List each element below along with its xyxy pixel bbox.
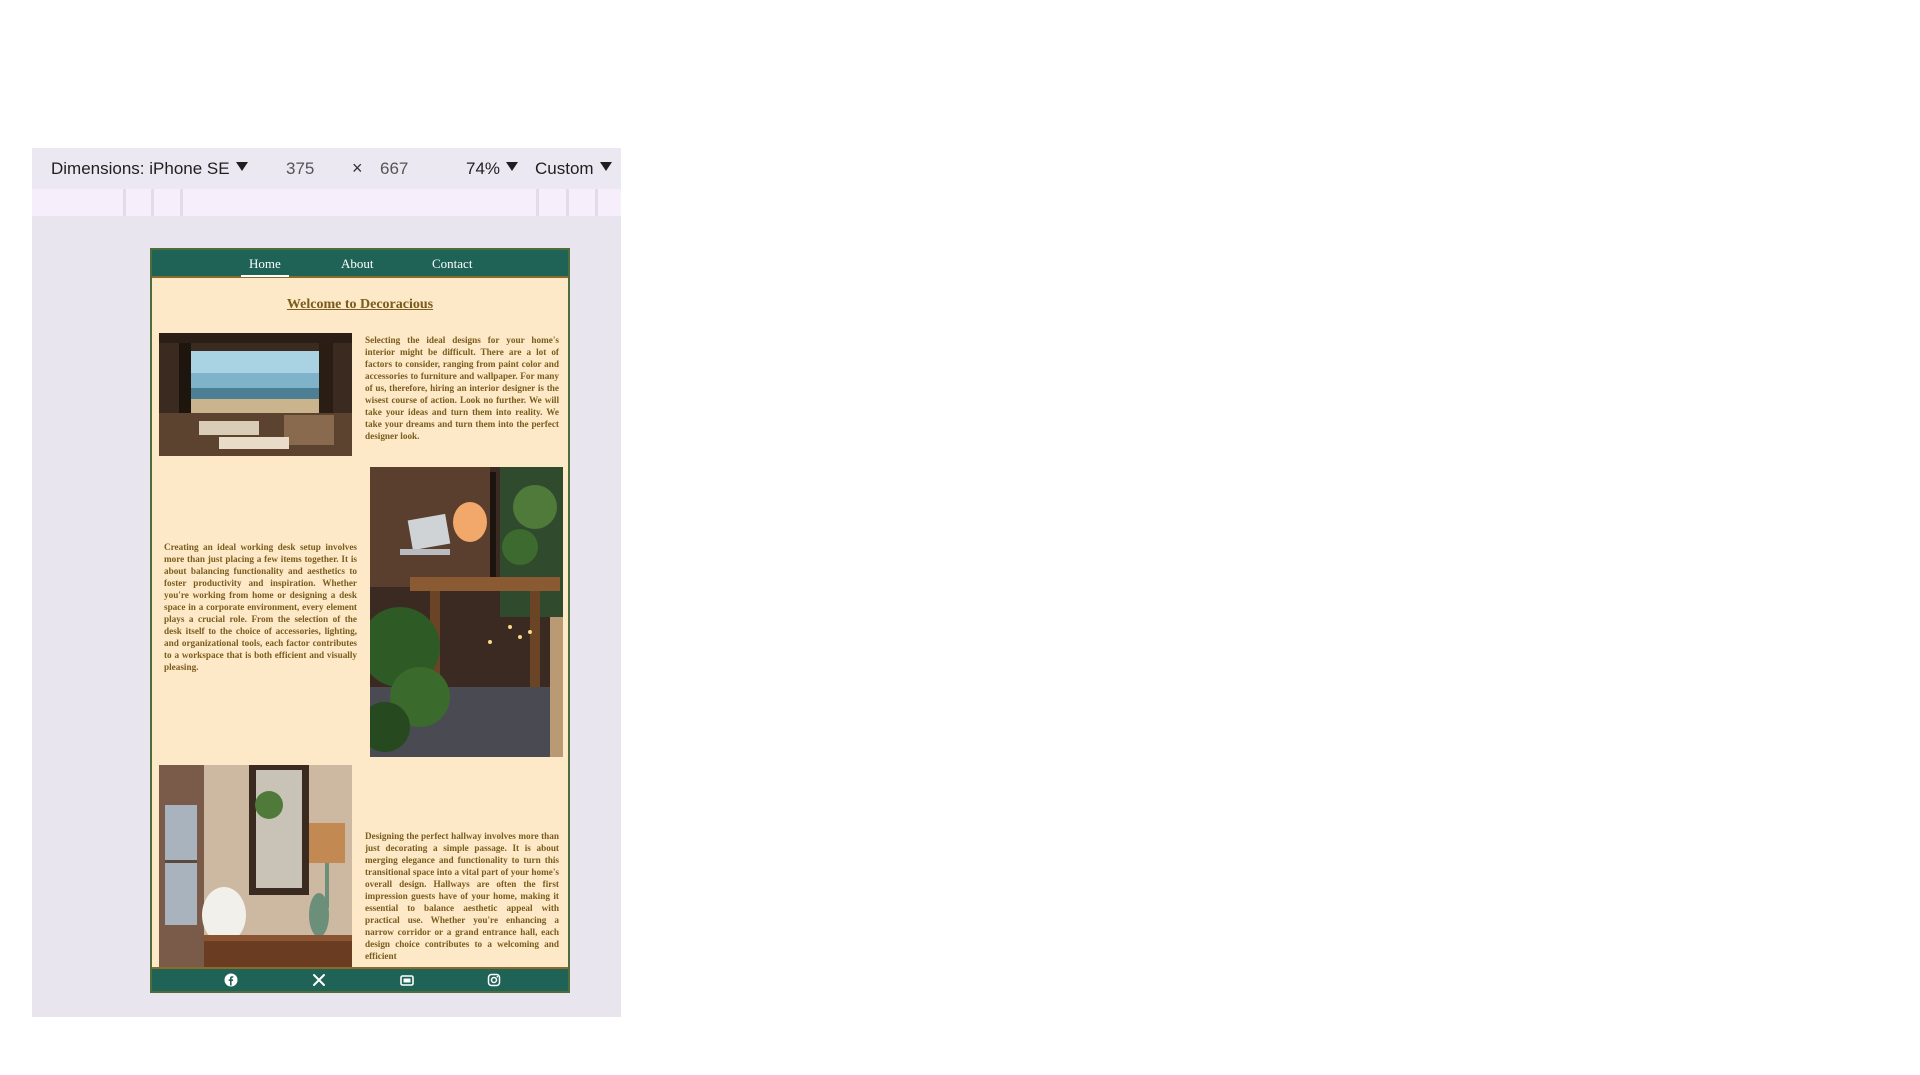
- ruler-segment[interactable]: [595, 189, 598, 216]
- emulated-page: Home About Contact Welcome to Decoraciou…: [150, 248, 570, 993]
- youtube-icon[interactable]: [400, 973, 414, 987]
- ruler-segment[interactable]: [180, 189, 183, 216]
- ruler-segment[interactable]: [123, 189, 126, 216]
- throttle-dropdown[interactable]: Custom: [535, 148, 612, 189]
- nav-about-link[interactable]: About: [341, 256, 374, 272]
- media-query-ruler[interactable]: [32, 189, 621, 216]
- hallway-paragraph: Designing the perfect hallway involves m…: [365, 831, 559, 961]
- width-input[interactable]: 375: [286, 148, 314, 189]
- desk-paragraph: Creating an ideal working desk setup inv…: [164, 542, 357, 672]
- nav-home-link[interactable]: Home: [241, 256, 289, 277]
- ruler-segment[interactable]: [536, 189, 539, 216]
- living-room-photo: [159, 333, 352, 456]
- dropdown-caret-icon: [506, 162, 519, 171]
- hallway-image: [159, 765, 352, 975]
- dropdown-caret-icon: [599, 162, 612, 171]
- page-title: Welcome to Decoracious: [286, 297, 434, 312]
- site-navbar: Home About Contact: [152, 250, 568, 278]
- throttle-label: Custom: [535, 158, 594, 178]
- height-input[interactable]: 667: [380, 148, 408, 189]
- dropdown-caret-icon: [235, 162, 248, 171]
- desk-image: [370, 467, 563, 757]
- nav-contact-link[interactable]: Contact: [432, 256, 472, 272]
- ruler-segment[interactable]: [151, 189, 154, 216]
- x-icon[interactable]: [312, 973, 326, 987]
- desk-photo: [370, 467, 563, 757]
- instagram-icon[interactable]: [487, 973, 501, 987]
- device-dimensions-dropdown[interactable]: Dimensions: iPhone SE: [51, 148, 248, 189]
- living-room-image: [159, 333, 352, 456]
- device-toolbar: Dimensions: iPhone SE 375 × 667 74% Cust…: [32, 148, 621, 189]
- zoom-label: 74%: [466, 158, 501, 178]
- hallway-photo: [159, 765, 352, 975]
- dimension-separator: ×: [352, 158, 363, 178]
- facebook-icon[interactable]: [224, 973, 238, 987]
- zoom-dropdown[interactable]: 74%: [466, 148, 519, 189]
- device-dimensions-label: Dimensions: iPhone SE: [51, 158, 230, 178]
- ruler-segment[interactable]: [566, 189, 569, 216]
- intro-paragraph: Selecting the ideal designs for your hom…: [365, 335, 559, 441]
- site-footer: [152, 967, 568, 991]
